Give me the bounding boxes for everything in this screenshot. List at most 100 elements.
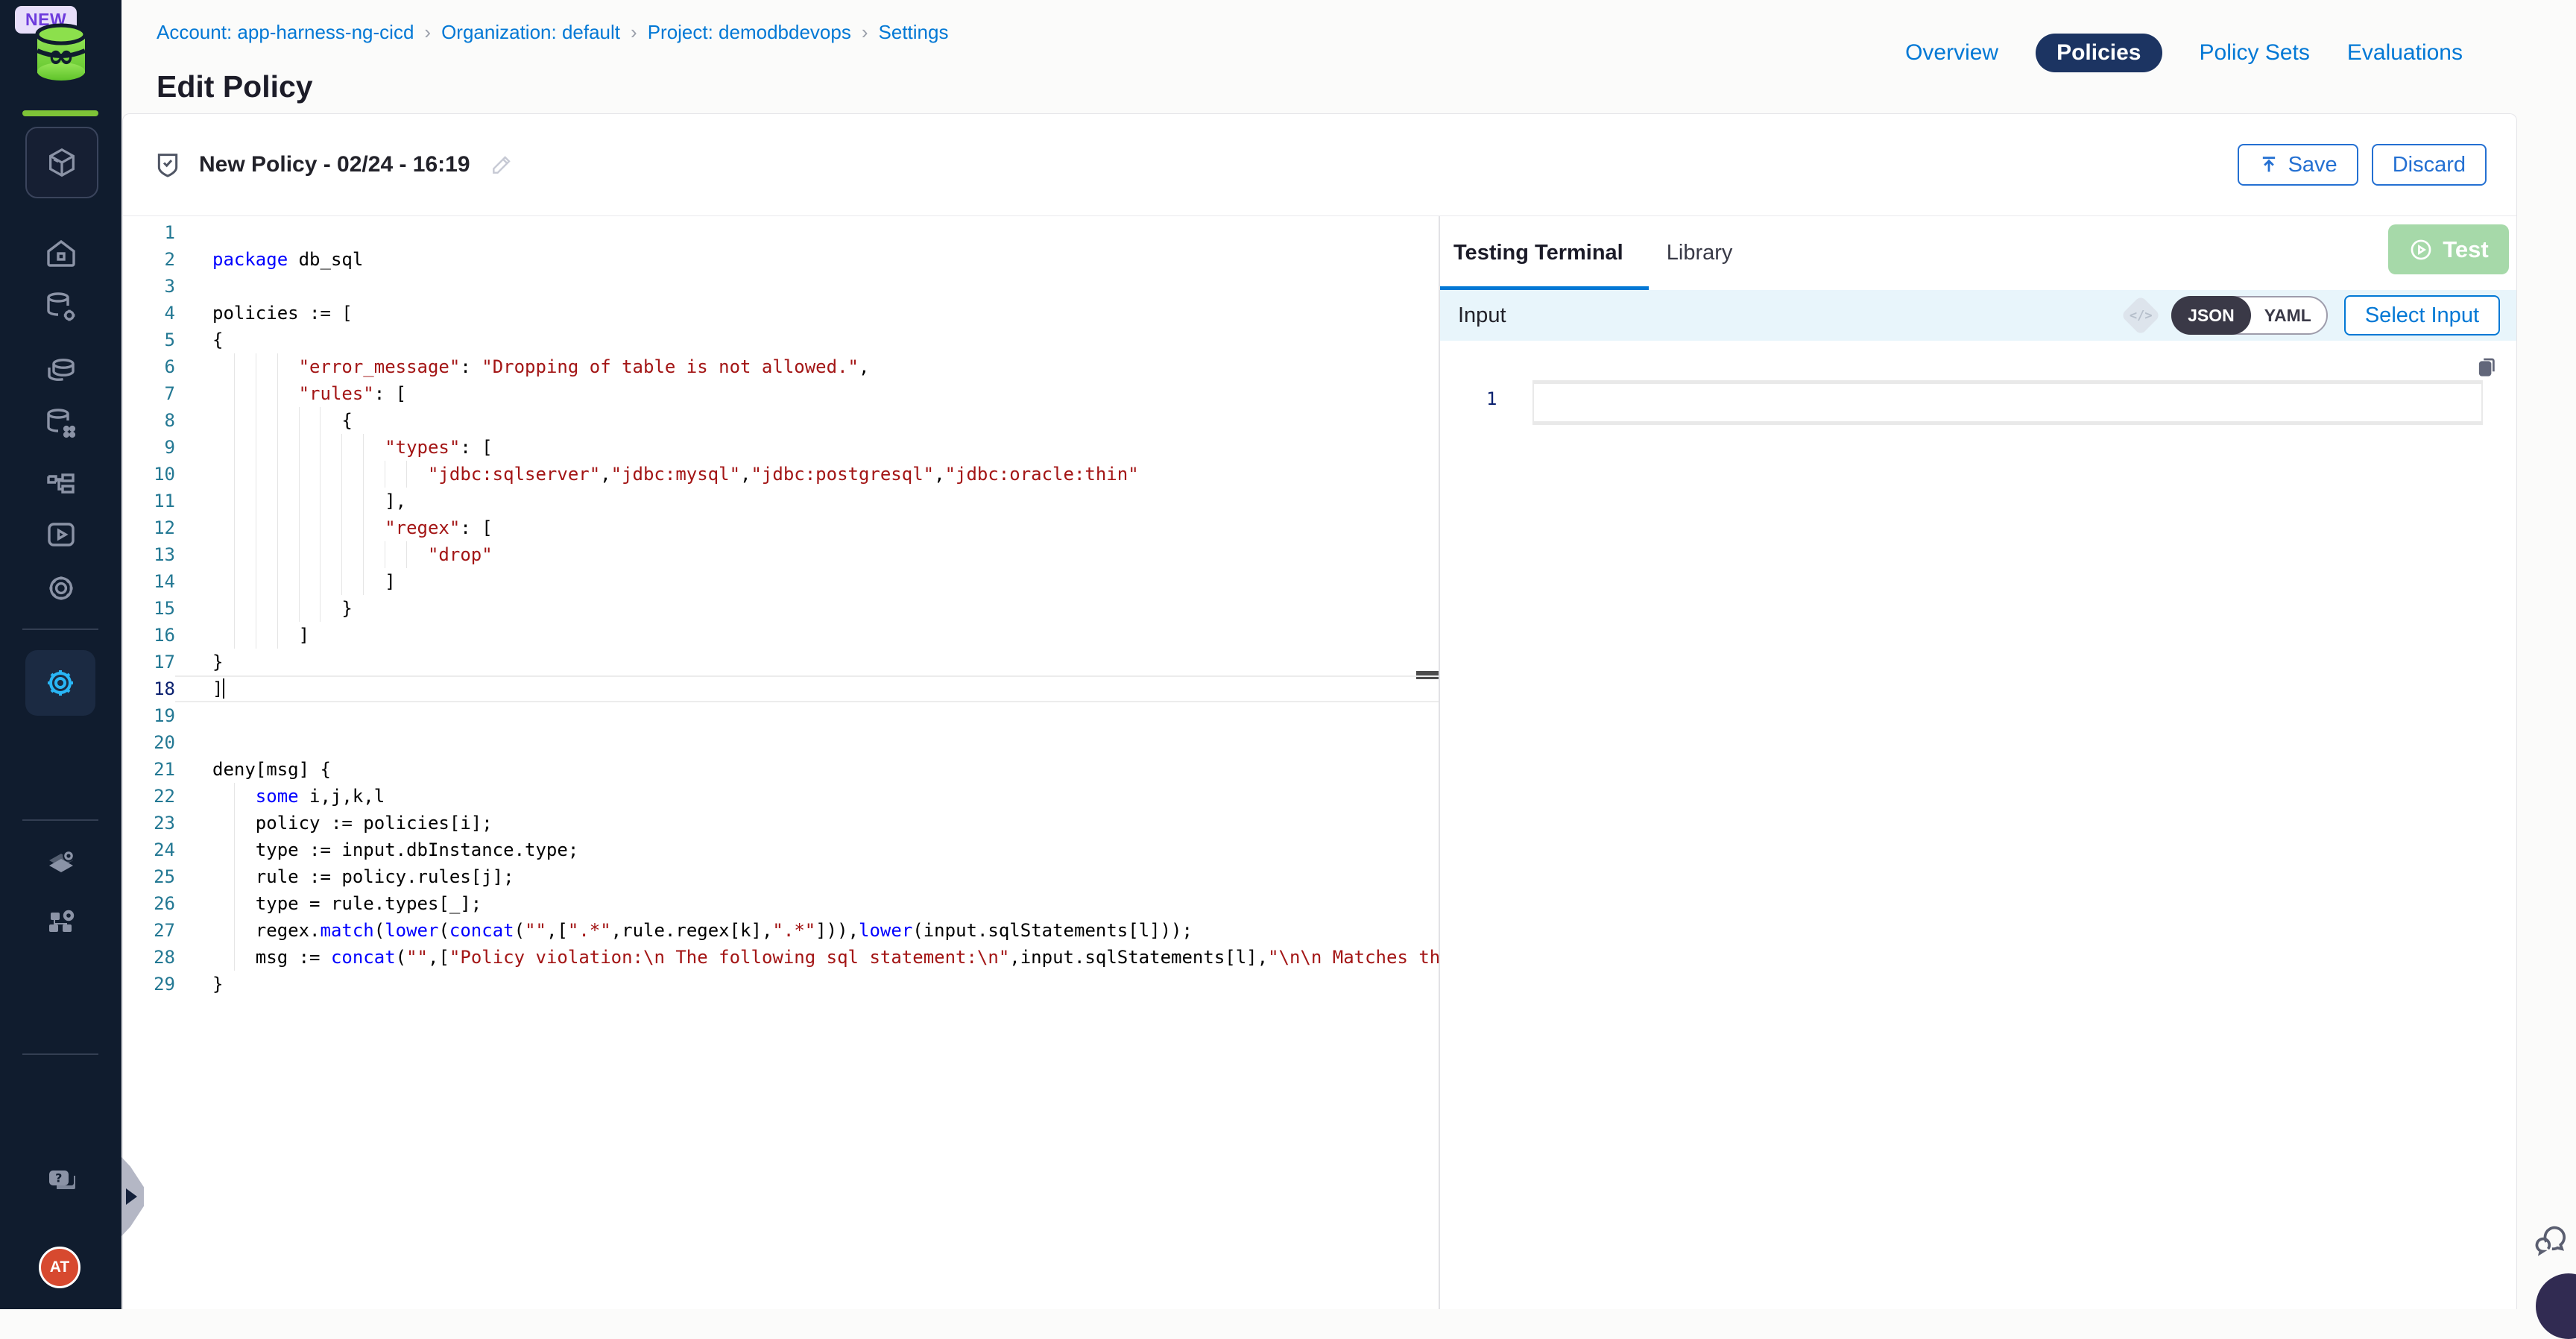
- code-line: 17}: [123, 649, 1439, 675]
- format-option-yaml[interactable]: YAML: [2250, 297, 2326, 333]
- line-number: 11: [123, 488, 175, 514]
- line-number: 28: [123, 944, 175, 971]
- code-line: 5{: [123, 327, 1439, 353]
- code-line-content: policies := [: [212, 300, 1439, 327]
- line-number: 19: [123, 702, 175, 729]
- upload-arrow-icon: [2258, 154, 2279, 175]
- nav-tab-policy-sets[interactable]: Policy Sets: [2200, 40, 2310, 66]
- text-cursor: [223, 678, 224, 699]
- policy-code-editor[interactable]: 12package db_sql34policies := [5{6 "erro…: [123, 216, 1439, 1309]
- indent-guide: [341, 541, 342, 568]
- sidebar-item-home[interactable]: [42, 234, 80, 273]
- breadcrumb-separator: ›: [862, 21, 868, 44]
- sidebar-item-help-chat[interactable]: ?: [42, 1162, 80, 1200]
- sidebar-item-data-tree[interactable]: [42, 464, 80, 502]
- panel-tab-library[interactable]: Library: [1667, 241, 1733, 265]
- sidebar-item-database-instances[interactable]: [42, 404, 80, 443]
- module-selector[interactable]: [25, 127, 98, 198]
- code-line-content: policy := policies[i];: [212, 810, 1439, 837]
- indent-guide: [277, 541, 278, 568]
- copy-button[interactable]: [2475, 356, 2498, 382]
- code-line-content: deny[msg] {: [212, 756, 1439, 783]
- code-line-content: [212, 219, 1439, 246]
- testing-panel-tabs: Testing Terminal Library: [1440, 216, 2516, 290]
- breadcrumb-link[interactable]: Settings: [879, 21, 949, 44]
- code-line-content: type := input.dbInstance.type;: [212, 837, 1439, 863]
- format-option-json[interactable]: JSON: [2171, 296, 2251, 335]
- sidebar-item-playground[interactable]: [42, 515, 80, 554]
- sidebar-item-project-settings-active[interactable]: [25, 650, 95, 716]
- chat-widget-bubble[interactable]: [2536, 1273, 2576, 1339]
- indent-guide: [277, 488, 278, 514]
- code-line-content: ]: [212, 568, 1439, 595]
- breadcrumb-link[interactable]: Organization: default: [441, 21, 620, 44]
- line-number: 7: [123, 380, 175, 407]
- test-input-editor[interactable]: 1: [1440, 341, 2516, 564]
- input-current-line[interactable]: [1532, 380, 2483, 425]
- breadcrumb-link[interactable]: Account: app-harness-ng-cicd: [157, 21, 414, 44]
- panel-tab-testing-terminal[interactable]: Testing Terminal: [1453, 241, 1623, 265]
- code-line: 8 {: [123, 407, 1439, 434]
- page-title: Edit Policy: [157, 69, 313, 104]
- input-label: Input: [1458, 303, 1506, 328]
- indent-guide: [234, 514, 235, 541]
- code-line: 3: [123, 273, 1439, 300]
- support-chat-button[interactable]: [2530, 1217, 2572, 1262]
- database-instances-icon: [43, 406, 79, 441]
- nav-tab-policies[interactable]: Policies: [2036, 34, 2162, 72]
- indent-guide: [234, 944, 235, 971]
- sidebar-item-database-settings[interactable]: [42, 288, 80, 327]
- indent-guide: [320, 488, 321, 514]
- indent-guide: [363, 568, 364, 595]
- database-settings-icon: [43, 289, 79, 325]
- test-button[interactable]: Test: [2388, 224, 2509, 274]
- line-number: 14: [123, 568, 175, 595]
- nav-tab-overview[interactable]: Overview: [1905, 40, 1998, 66]
- play-video-icon: [43, 517, 79, 552]
- breadcrumb-link[interactable]: Project: demodbdevops: [648, 21, 851, 44]
- indent-guide: [299, 407, 300, 434]
- indent-guide: [363, 488, 364, 514]
- indent-guide: [234, 461, 235, 488]
- select-input-button[interactable]: Select Input: [2344, 295, 2500, 335]
- module-active-indicator: [22, 110, 98, 116]
- indent-guide: [234, 890, 235, 917]
- code-line: 25 rule := policy.rules[j];: [123, 863, 1439, 890]
- code-line-content: "drop": [212, 541, 1439, 568]
- line-number: 13: [123, 541, 175, 568]
- indent-guide: [320, 434, 321, 461]
- code-line: 18]: [123, 675, 1439, 702]
- sidebar-item-settings[interactable]: [42, 569, 80, 608]
- sidebar-item-layers-settings[interactable]: [42, 844, 80, 883]
- policy-name: New Policy - 02/24 - 16:19: [199, 152, 470, 177]
- breadcrumb-separator: ›: [631, 21, 637, 44]
- indent-guide: [320, 461, 321, 488]
- discard-button[interactable]: Discard: [2372, 144, 2487, 186]
- save-button[interactable]: Save: [2238, 144, 2358, 186]
- db-devops-logo[interactable]: ∞: [31, 22, 91, 85]
- indent-guide: [277, 622, 278, 649]
- indent-guide: [320, 568, 321, 595]
- indent-guide: [341, 434, 342, 461]
- code-line: 11 ],: [123, 488, 1439, 514]
- copy-icon: [2475, 356, 2498, 378]
- indent-guide: [277, 514, 278, 541]
- line-number: 3: [123, 273, 175, 300]
- indent-guide: [363, 514, 364, 541]
- indent-guide: [299, 568, 300, 595]
- edit-policy-name-button[interactable]: [490, 153, 514, 177]
- indent-guide: [406, 541, 407, 568]
- nav-tab-evaluations[interactable]: Evaluations: [2347, 40, 2463, 66]
- home-icon: [43, 236, 79, 271]
- user-avatar[interactable]: AT: [39, 1247, 80, 1288]
- code-line: 22 some i,j,k,l: [123, 783, 1439, 810]
- line-number: 1: [123, 219, 175, 246]
- sidebar-item-org-settings[interactable]: [42, 902, 80, 941]
- code-line-content: {: [212, 327, 1439, 353]
- line-number: 12: [123, 514, 175, 541]
- line-number: 20: [123, 729, 175, 756]
- sidebar-item-database-stack[interactable]: [42, 352, 80, 391]
- code-line-content: some i,j,k,l: [212, 783, 1439, 810]
- top-nav-tabs: Overview Policies Policy Sets Evaluations: [1905, 33, 2463, 73]
- code-line-content: package db_sql: [212, 246, 1439, 273]
